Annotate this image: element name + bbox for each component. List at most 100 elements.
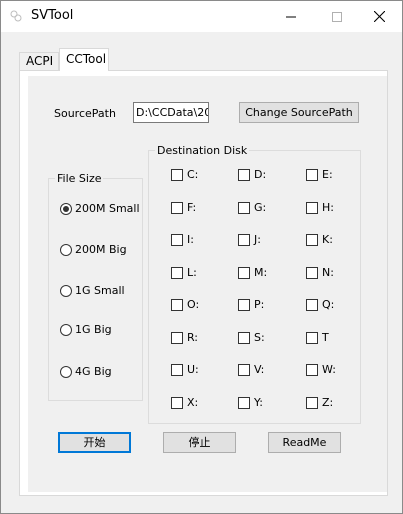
disk-checkbox[interactable]: O: <box>171 298 199 311</box>
checkbox[interactable] <box>238 298 250 311</box>
disk-checkbox[interactable]: P: <box>238 298 264 311</box>
radio-4g-big[interactable]: 4G Big <box>60 365 112 378</box>
checkbox[interactable] <box>171 331 183 344</box>
radio-label: 1G Big <box>75 323 112 336</box>
checkbox-label: I: <box>187 233 194 246</box>
radio-label: 4G Big <box>75 365 112 378</box>
checkbox[interactable] <box>238 331 250 344</box>
disk-checkbox[interactable]: T <box>306 331 329 344</box>
checkbox[interactable] <box>171 201 183 214</box>
checkbox[interactable] <box>171 233 183 246</box>
radio-label: 200M Small <box>75 202 140 215</box>
checkbox-label: N: <box>322 266 334 279</box>
disk-checkbox[interactable]: V: <box>238 363 264 376</box>
app-icon <box>10 10 22 22</box>
checkbox[interactable] <box>238 396 250 409</box>
checkbox-label: P: <box>254 298 265 311</box>
checkbox[interactable] <box>306 331 318 344</box>
radio-button[interactable] <box>60 365 72 378</box>
disk-checkbox[interactable]: I: <box>171 233 194 246</box>
disk-checkbox[interactable]: Q: <box>306 298 334 311</box>
disk-checkbox[interactable]: Y: <box>238 396 263 409</box>
checkbox-label: U: <box>187 363 199 376</box>
disk-checkbox[interactable]: L: <box>171 266 197 279</box>
window-title: SVTool <box>31 8 74 23</box>
disk-checkbox[interactable]: X: <box>171 396 198 409</box>
disk-checkbox[interactable]: S: <box>238 331 265 344</box>
source-path-input[interactable]: D:\CCData\200 <box>133 102 209 123</box>
checkbox-label: G: <box>254 201 267 214</box>
disk-checkbox[interactable]: E: <box>306 168 333 181</box>
checkbox-label: J: <box>254 233 261 246</box>
title-bar[interactable]: SVTool <box>1 1 402 32</box>
radio-label: 1G Small <box>75 284 125 297</box>
checkbox[interactable] <box>171 298 183 311</box>
radio-200m-small[interactable]: 200M Small <box>60 202 140 215</box>
disk-checkbox[interactable]: U: <box>171 363 199 376</box>
checkbox-label: S: <box>254 331 265 344</box>
checkbox-label: R: <box>187 331 199 344</box>
checkbox[interactable] <box>238 201 250 214</box>
radio-1g-big[interactable]: 1G Big <box>60 323 112 336</box>
start-button[interactable]: 开始 <box>58 432 131 453</box>
radio-label: 200M Big <box>75 243 127 256</box>
checkbox[interactable] <box>171 168 183 181</box>
disk-checkbox[interactable]: N: <box>306 266 334 279</box>
radio-200m-big[interactable]: 200M Big <box>60 243 127 256</box>
radio-button[interactable] <box>60 323 72 336</box>
checkbox-label: V: <box>254 363 265 376</box>
radio-button[interactable] <box>60 284 72 297</box>
disk-checkbox[interactable]: J: <box>238 233 261 246</box>
disk-checkbox[interactable]: D: <box>238 168 266 181</box>
disk-checkbox[interactable]: H: <box>306 201 334 214</box>
destination-disk-group: Destination Disk <box>148 144 361 424</box>
checkbox-label: D: <box>254 168 267 181</box>
tab-acpi[interactable]: ACPI <box>19 52 59 71</box>
disk-checkbox[interactable]: G: <box>238 201 266 214</box>
disk-checkbox[interactable]: F: <box>171 201 196 214</box>
close-icon <box>373 11 385 22</box>
disk-checkbox[interactable]: W: <box>306 363 336 376</box>
disk-checkbox[interactable]: M: <box>238 266 267 279</box>
checkbox[interactable] <box>306 363 318 376</box>
checkbox[interactable] <box>238 233 250 246</box>
checkbox[interactable] <box>306 298 318 311</box>
checkbox[interactable] <box>238 266 250 279</box>
disk-checkbox[interactable]: R: <box>171 331 198 344</box>
disk-checkbox[interactable]: C: <box>171 168 198 181</box>
file-size-title: File Size <box>55 172 104 185</box>
checkbox[interactable] <box>238 168 250 181</box>
radio-1g-small[interactable]: 1G Small <box>60 284 125 297</box>
radio-button[interactable] <box>60 243 72 256</box>
checkbox-label: M: <box>254 266 268 279</box>
checkbox[interactable] <box>306 201 318 214</box>
checkbox[interactable] <box>171 396 183 409</box>
destination-disk-title: Destination Disk <box>155 144 250 157</box>
checkbox-label: Q: <box>322 298 335 311</box>
checkbox[interactable] <box>238 363 250 376</box>
checkbox-label: O: <box>187 298 200 311</box>
checkbox-label: H: <box>322 201 334 214</box>
checkbox-label: W: <box>322 363 336 376</box>
checkbox-label: L: <box>187 266 197 279</box>
disk-checkbox[interactable]: K: <box>306 233 333 246</box>
checkbox[interactable] <box>306 266 318 279</box>
readme-button[interactable]: ReadMe <box>268 432 341 453</box>
checkbox-label: T <box>322 331 329 344</box>
checkbox-label: Y: <box>254 396 263 409</box>
checkbox[interactable] <box>306 233 318 246</box>
checkbox-label: E: <box>322 168 333 181</box>
stop-button[interactable]: 停止 <box>163 432 236 453</box>
checkbox[interactable] <box>171 363 183 376</box>
checkbox[interactable] <box>306 396 318 409</box>
checkbox[interactable] <box>171 266 183 279</box>
change-source-path-button[interactable]: Change SourcePath <box>239 102 359 123</box>
checkbox[interactable] <box>306 168 318 181</box>
close-button[interactable] <box>356 1 402 32</box>
tab-cctool[interactable]: CCTool <box>59 48 109 71</box>
disk-checkbox[interactable]: Z: <box>306 396 333 409</box>
radio-button[interactable] <box>60 202 72 215</box>
maximize-button[interactable] <box>314 1 360 32</box>
minimize-button[interactable] <box>268 1 314 32</box>
checkbox-label: X: <box>187 396 199 409</box>
